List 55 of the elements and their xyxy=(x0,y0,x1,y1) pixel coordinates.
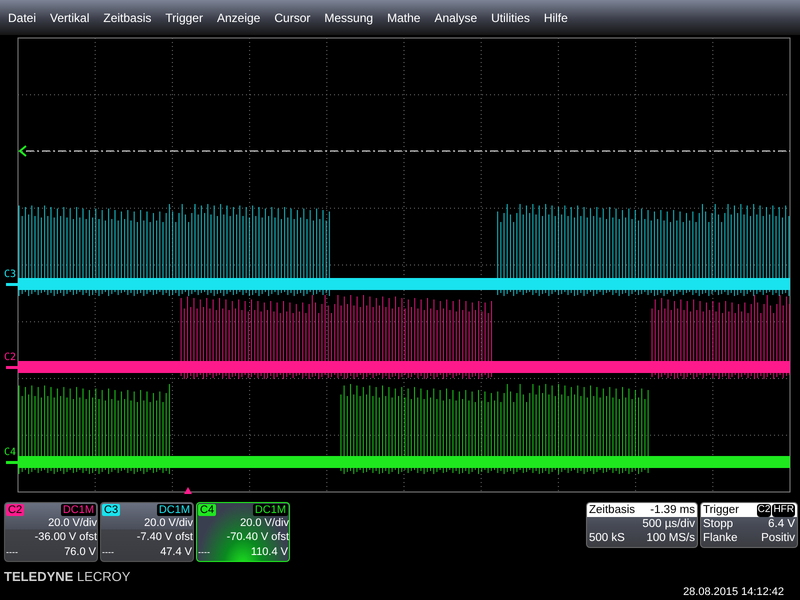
time-per-div: 500 µs/div xyxy=(642,517,695,531)
menu-item[interactable]: Zeitbasis xyxy=(96,10,158,24)
channel-panel[interactable]: C3 DC1M 20.0 V/div -7.40 V ofst ---- 47.4 V xyxy=(100,502,194,562)
menu-item[interactable]: Analyse xyxy=(427,10,484,24)
coupling-tag: DC1M xyxy=(60,504,96,516)
level-reading: 47.4 V xyxy=(160,546,192,559)
menu-item[interactable]: Hilfe xyxy=(536,10,575,24)
menu-item[interactable]: Mathe xyxy=(380,10,428,24)
brand-logo: TELEDYNE LECROY xyxy=(4,569,132,584)
channel-label: C2 xyxy=(4,352,16,363)
volts-per-div: 20.0 V/div xyxy=(47,516,97,530)
trigger-type: Flanke xyxy=(703,531,738,545)
ground-marker-icon xyxy=(6,461,18,464)
date-time: 28.08.2015 14:12:42 xyxy=(683,586,784,598)
trigger-panel[interactable]: Trigger C2 HFR Stopp 6.4 V Flanke Positiv xyxy=(700,502,798,548)
sample-count: 500 kS xyxy=(589,531,625,545)
volts-per-div: 20.0 V/div xyxy=(143,516,193,530)
sample-rate: 100 MS/s xyxy=(646,531,695,545)
channel-label: C4 xyxy=(4,447,16,458)
volts-per-div: 20.0 V/div xyxy=(239,516,289,530)
trigger-slope: Positiv xyxy=(761,531,795,545)
trigger-mode-tag: HFR xyxy=(772,504,795,517)
channel-panel[interactable]: C2 DC1M 20.0 V/div -36.00 V ofst ---- 76.0 V xyxy=(4,502,98,562)
trace-style: ---- xyxy=(198,546,210,559)
menu-item[interactable]: Messung xyxy=(317,10,380,24)
offset-value: -7.40 V ofst xyxy=(136,530,193,544)
channel-tag: C4 xyxy=(198,504,216,516)
level-reading: 76.0 V xyxy=(64,546,96,559)
menu-item[interactable]: Vertikal xyxy=(43,10,96,24)
trigger-title: Trigger xyxy=(703,503,739,517)
coupling-tag: DC1M xyxy=(156,504,192,516)
channel-tag: C2 xyxy=(6,504,24,516)
channel-panel[interactable]: C4 DC1M 20.0 V/div -70.40 V ofst ---- 110.4 V xyxy=(196,502,290,562)
level-reading: 110.4 V xyxy=(250,546,288,559)
trigger-source-tag: C2 xyxy=(756,504,772,517)
menu-item[interactable]: Utilities xyxy=(484,10,537,24)
channel-label: C3 xyxy=(4,269,16,280)
channel-tag: C3 xyxy=(102,504,120,516)
trigger-position-marker-icon xyxy=(184,487,192,494)
trace-style: ---- xyxy=(102,546,114,559)
coupling-tag: DC1M xyxy=(252,504,288,516)
timebase-panel[interactable]: Zeitbasis -1.39 ms 500 µs/div 500 kS 100 MS/s xyxy=(586,502,698,548)
delay-value: -1.39 ms xyxy=(650,503,695,517)
menu-item[interactable]: Cursor xyxy=(267,10,318,24)
timebase-title: Zeitbasis xyxy=(589,503,636,517)
trigger-level: 6.4 V xyxy=(768,517,795,531)
ground-marker-icon xyxy=(6,366,18,369)
offset-value: -70.40 V ofst xyxy=(226,530,289,544)
trace-style: ---- xyxy=(6,546,18,559)
menu-item[interactable]: Datei xyxy=(1,10,44,24)
offset-value: -36.00 V ofst xyxy=(34,530,97,544)
menu-item[interactable]: Trigger xyxy=(158,10,210,24)
trigger-state: Stopp xyxy=(703,517,734,531)
menu-item[interactable]: Anzeige xyxy=(210,10,268,24)
ground-marker-icon xyxy=(6,283,18,286)
